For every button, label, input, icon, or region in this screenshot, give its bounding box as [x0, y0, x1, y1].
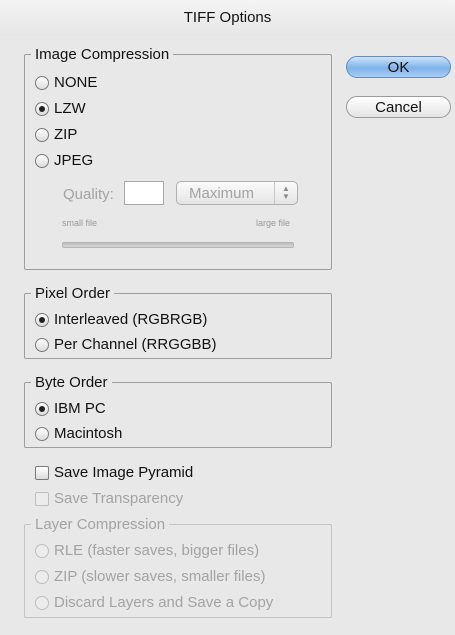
quality-preset-select[interactable]: Maximum ▲ ▼	[176, 181, 298, 205]
cancel-button[interactable]: Cancel	[346, 96, 451, 118]
radio-icon	[35, 595, 49, 610]
image-compression-legend: Image Compression	[35, 46, 170, 63]
layer-compression-zip-radio[interactable]: ZIP (slower saves, smaller files)	[35, 568, 265, 585]
pixel-order-interleaved-label: Interleaved (RGBRGB)	[54, 311, 208, 328]
compression-none-label: NONE	[54, 74, 98, 91]
small-file-label: small file	[62, 218, 98, 228]
save-image-pyramid-label: Save Image Pyramid	[54, 464, 194, 481]
radio-icon	[35, 426, 49, 441]
pixel-order-per-channel-label: Per Channel (RRGGBB)	[54, 336, 217, 353]
radio-icon	[35, 127, 49, 142]
quality-preset-value: Maximum	[189, 184, 255, 202]
quality-label: Quality:	[63, 186, 114, 203]
byte-order-mac-label: Macintosh	[54, 425, 123, 442]
byte-order-legend: Byte Order	[35, 374, 108, 391]
layer-compression-discard-radio[interactable]: Discard Layers and Save a Copy	[35, 594, 273, 611]
pixel-order-per-channel-radio[interactable]: Per Channel (RRGGBB)	[35, 336, 217, 353]
ok-button[interactable]: OK	[346, 56, 451, 78]
radio-icon	[35, 337, 49, 352]
save-transparency-label: Save Transparency	[54, 490, 184, 507]
pixel-order-legend: Pixel Order	[35, 285, 111, 302]
checkbox-icon	[35, 465, 49, 480]
save-transparency-checkbox[interactable]: Save Transparency	[35, 490, 183, 507]
radio-icon	[35, 569, 49, 584]
quality-slider[interactable]	[62, 242, 294, 248]
radio-checked-icon	[35, 312, 49, 327]
radio-icon	[35, 153, 49, 168]
byte-order-mac-radio[interactable]: Macintosh	[35, 425, 122, 442]
quality-input[interactable]	[124, 181, 164, 205]
compression-jpeg-radio[interactable]: JPEG	[35, 152, 93, 169]
compression-lzw-radio[interactable]: LZW	[35, 100, 86, 117]
large-file-label: large file	[256, 218, 291, 228]
radio-checked-icon	[35, 101, 49, 116]
updown-arrows-icon: ▲ ▼	[274, 182, 297, 204]
layer-compression-zip-label: ZIP (slower saves, smaller files)	[54, 568, 266, 585]
compression-zip-radio[interactable]: ZIP	[35, 126, 77, 143]
byte-order-ibm-label: IBM PC	[54, 400, 106, 417]
compression-jpeg-label: JPEG	[54, 152, 94, 169]
compression-lzw-label: LZW	[54, 100, 86, 117]
layer-compression-discard-label: Discard Layers and Save a Copy	[54, 594, 274, 611]
radio-icon	[35, 75, 49, 90]
byte-order-ibm-radio[interactable]: IBM PC	[35, 400, 106, 417]
pixel-order-interleaved-radio[interactable]: Interleaved (RGBRGB)	[35, 311, 207, 328]
save-image-pyramid-checkbox[interactable]: Save Image Pyramid	[35, 464, 193, 481]
radio-checked-icon	[35, 401, 49, 416]
dialog-title: TIFF Options	[0, 0, 455, 36]
compression-zip-label: ZIP	[54, 126, 78, 143]
layer-compression-rle-label: RLE (faster saves, bigger files)	[54, 542, 260, 559]
compression-none-radio[interactable]: NONE	[35, 74, 97, 91]
layer-compression-rle-radio[interactable]: RLE (faster saves, bigger files)	[35, 542, 259, 559]
checkbox-icon	[35, 491, 49, 506]
radio-icon	[35, 543, 49, 558]
layer-compression-legend: Layer Compression	[35, 516, 166, 533]
